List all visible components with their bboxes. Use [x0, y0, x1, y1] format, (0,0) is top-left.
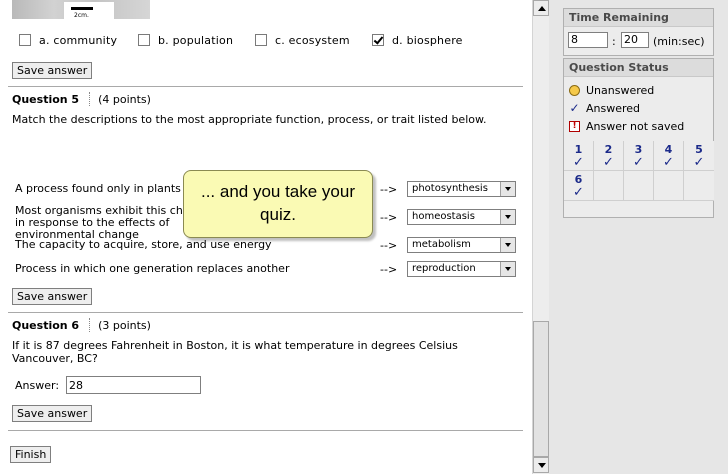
check-icon: ✓: [603, 155, 614, 170]
status-cell-empty: [624, 171, 654, 201]
question-5-header: Question 5 (4 points): [12, 92, 151, 106]
check-icon: ✓: [663, 155, 674, 170]
check-icon: ✓: [569, 101, 580, 115]
status-cell-empty: [684, 171, 714, 201]
legend-not-saved-label: Answer not saved: [586, 119, 685, 133]
match-select-2-value: homeostasis: [412, 211, 475, 222]
divider: [8, 430, 523, 431]
match-select-3-value: metabolism: [412, 239, 471, 250]
status-cell-empty: [594, 171, 624, 201]
check-icon: ✓: [633, 155, 644, 170]
tutorial-callout: ... and you take your quiz.: [183, 170, 373, 238]
seconds-field[interactable]: 20: [621, 32, 649, 48]
scale-bar: [71, 7, 93, 10]
legend-answered: ✓ Answered: [564, 99, 713, 117]
quiz-sidebar: Time Remaining 8 : 20 (min:sec) Question…: [549, 0, 728, 474]
match-arrow: -->: [380, 211, 398, 224]
scale-label: 2cm.: [74, 12, 89, 19]
status-cell-2[interactable]: 2 ✓: [594, 141, 624, 171]
question-5-text: Match the descriptions to the most appro…: [12, 113, 487, 126]
header-separator: [89, 318, 91, 332]
status-cell-1[interactable]: 1 ✓: [564, 141, 594, 171]
option-b-label: b. population: [158, 33, 234, 47]
minutes-field[interactable]: 8: [568, 32, 608, 48]
scale-bar-box: 2cm.: [64, 2, 114, 19]
question-image: 2cm.: [12, 0, 150, 19]
match-arrow: -->: [380, 239, 398, 252]
question-6-points: (3 points): [98, 318, 151, 332]
checkbox-a[interactable]: [19, 34, 31, 46]
option-d-label: d. biosphere: [392, 33, 463, 47]
check-icon: ✓: [573, 185, 584, 200]
time-separator: :: [612, 35, 616, 48]
question-status-title: Question Status: [564, 59, 713, 77]
option-b[interactable]: b. population: [138, 33, 233, 47]
time-remaining-panel: Time Remaining 8 : 20 (min:sec): [563, 8, 714, 56]
answer-label: Answer:: [15, 379, 60, 392]
legend-unanswered-label: Unanswered: [586, 83, 655, 97]
question-status-panel: Question Status Unanswered ✓ Answered ! …: [563, 58, 714, 218]
divider: [8, 312, 523, 313]
question-6-text: If it is 87 degrees Fahrenheit in Boston…: [12, 339, 458, 365]
check-icon: ✓: [573, 155, 584, 170]
match-description-4: Process in which one generation replaces…: [15, 262, 290, 275]
checkbox-d[interactable]: [372, 34, 384, 46]
match-arrow: -->: [380, 263, 398, 276]
arrow-down-icon: [538, 463, 546, 468]
option-c[interactable]: c. ecosystem: [255, 33, 350, 47]
option-a-label: a. community: [39, 33, 118, 47]
arrow-up-icon: [538, 6, 546, 11]
option-c-label: c. ecosystem: [275, 33, 350, 47]
check-icon: ✓: [693, 155, 705, 170]
legend-unanswered: Unanswered: [564, 81, 713, 99]
save-answer-q6-button[interactable]: Save answer: [12, 405, 93, 422]
question-6-header: Question 6 (3 points): [12, 318, 151, 332]
match-select-3[interactable]: metabolism: [407, 237, 516, 253]
time-units: (min:sec): [653, 35, 705, 48]
checkbox-c[interactable]: [255, 34, 267, 46]
question-status-grid: 1 ✓ 2 ✓ 3 ✓ 4 ✓ 5 ✓ 6 ✓: [564, 141, 715, 209]
question-5-points: (4 points): [98, 92, 151, 106]
status-cell-empty: [654, 171, 684, 201]
match-select-2[interactable]: homeostasis: [407, 209, 516, 225]
scroll-thumb[interactable]: [533, 321, 549, 457]
match-select-4-value: reproduction: [412, 263, 476, 274]
vertical-scrollbar[interactable]: [532, 0, 549, 474]
exclamation-box-icon: !: [569, 120, 580, 132]
divider: [8, 86, 523, 87]
match-select-4[interactable]: reproduction: [407, 261, 516, 277]
question-6-title: Question 6: [12, 318, 80, 332]
status-cell-4[interactable]: 4 ✓: [654, 141, 684, 171]
time-remaining-title: Time Remaining: [564, 9, 713, 27]
match-description-3: The capacity to acquire, store, and use …: [15, 238, 272, 251]
scroll-down-button[interactable]: [533, 457, 549, 473]
legend-not-saved: ! Answer not saved: [564, 117, 713, 135]
match-select-1[interactable]: photosynthesis: [407, 181, 516, 197]
status-cell-3[interactable]: 3 ✓: [624, 141, 654, 171]
question-5-title: Question 5: [12, 92, 80, 106]
status-cell-5[interactable]: 5 ✓: [684, 141, 714, 171]
header-separator: [89, 92, 91, 106]
match-select-1-value: photosynthesis: [412, 183, 488, 194]
yellow-circle-icon: [569, 84, 580, 96]
status-cell-6[interactable]: 6 ✓: [564, 171, 594, 201]
chevron-down-icon[interactable]: [500, 238, 515, 252]
chevron-down-icon[interactable]: [500, 210, 515, 224]
option-a[interactable]: a. community: [19, 33, 117, 47]
answer-input[interactable]: [66, 376, 201, 394]
option-d[interactable]: d. biosphere: [372, 33, 463, 47]
match-arrow: -->: [380, 183, 398, 196]
finish-button[interactable]: Finish: [10, 446, 52, 463]
chevron-down-icon[interactable]: [500, 182, 515, 196]
quiz-content: 2cm. a. community b. population c. ecosy…: [0, 0, 532, 474]
save-answer-q4-button[interactable]: Save answer: [12, 62, 93, 79]
legend-answered-label: Answered: [586, 101, 641, 115]
scroll-up-button[interactable]: [533, 0, 549, 16]
save-answer-q5-button[interactable]: Save answer: [12, 288, 93, 305]
time-row: 8 : 20 (min:sec): [564, 27, 713, 54]
checkbox-b[interactable]: [138, 34, 150, 46]
chevron-down-icon[interactable]: [500, 262, 515, 276]
